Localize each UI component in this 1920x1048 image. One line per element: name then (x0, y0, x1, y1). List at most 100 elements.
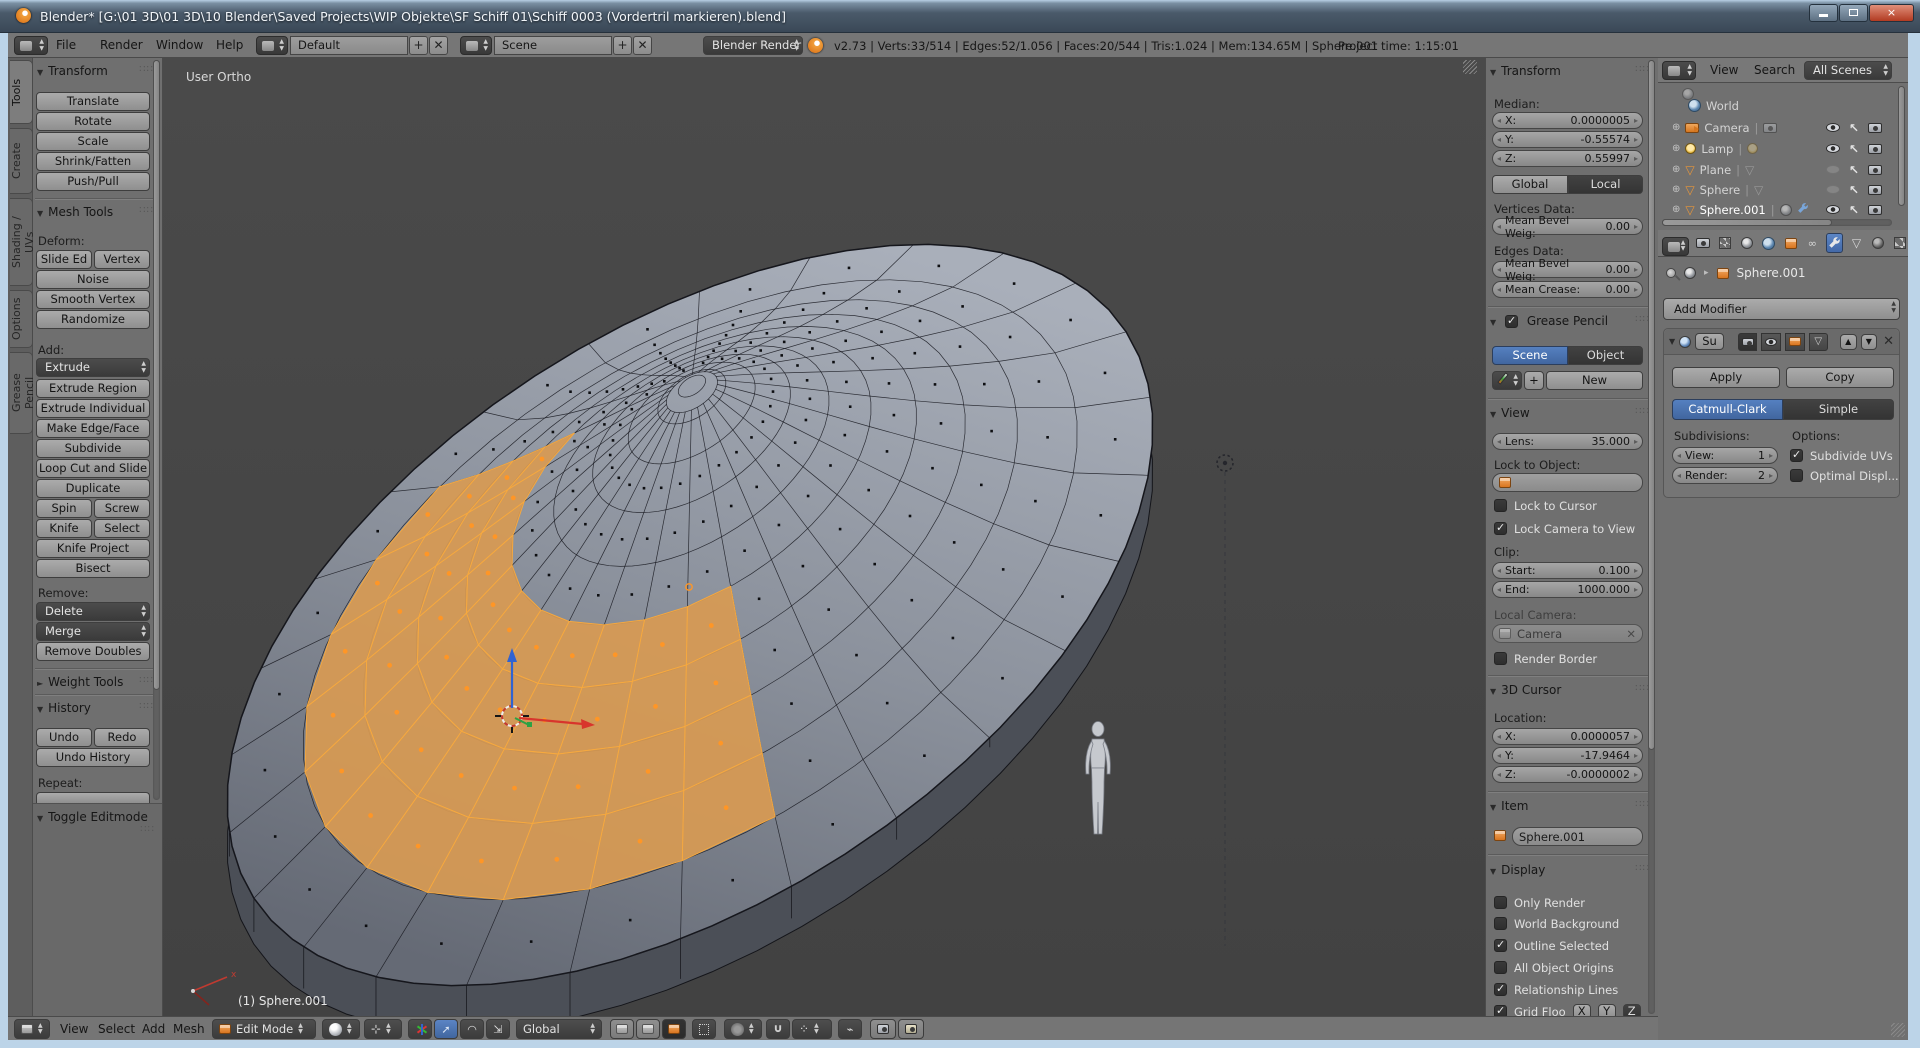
grease-add-button[interactable]: + (1524, 371, 1544, 390)
clip-start-field[interactable]: Start:0.100 (1492, 562, 1643, 579)
item-panel-header[interactable]: ▼Item∷∷ (1490, 799, 1650, 815)
outliner-row-sphere-001[interactable]: ⊕ ▽ Sphere.001 | (1672, 200, 1809, 219)
renderable-icon[interactable] (1868, 123, 1882, 133)
grease-pencil-panel-header[interactable]: ▼ Grease Pencil∷∷ (1490, 314, 1650, 330)
cursor-x-field[interactable]: X:0.0000057 (1492, 728, 1643, 745)
make-edge-face-button[interactable]: Make Edge/Face (36, 419, 150, 438)
tool-shelf-scrollbar-thumb[interactable] (153, 60, 160, 690)
grease-object-toggle[interactable]: Object (1568, 346, 1643, 365)
tab-object-data[interactable]: ▽ (1849, 233, 1865, 253)
selectable-icon[interactable]: ↖ (1849, 142, 1859, 156)
weight-tools-panel-header[interactable]: ►Weight Tools∷∷ (37, 675, 154, 691)
snap-toggle[interactable] (766, 1019, 790, 1039)
extrude-select[interactable]: Extrude (36, 358, 150, 377)
optimal-display-checkbox[interactable] (1790, 469, 1803, 482)
mean-crease-field[interactable]: Mean Crease:0.00 (1492, 281, 1643, 298)
viewport-3d[interactable]: x User Ortho (1) Sphere.001 ▼Transform∷∷… (163, 58, 1658, 1016)
history-panel-header[interactable]: ▼History∷∷ (37, 701, 154, 717)
simple-toggle[interactable]: Simple (1783, 399, 1894, 420)
local-toggle[interactable]: Local (1568, 175, 1643, 194)
undo-button[interactable]: Undo (36, 728, 92, 747)
grease-scene-toggle[interactable]: Scene (1492, 346, 1568, 365)
limit-selection-visible-toggle[interactable] (692, 1019, 716, 1039)
region-resize-grip[interactable] (1463, 60, 1477, 74)
outliner-editor-type-button[interactable] (1662, 61, 1696, 80)
maximize-button[interactable] (1839, 4, 1868, 22)
expand-icon[interactable]: ⊕ (1672, 184, 1680, 195)
renderable-icon[interactable] (1868, 165, 1882, 175)
item-name-field[interactable]: Sphere.001 (1512, 827, 1643, 846)
copy-modifier-button[interactable]: Copy (1786, 367, 1894, 388)
viewport-shading-select[interactable] (322, 1019, 360, 1039)
tab-grease-pencil[interactable]: Grease Pencil (10, 352, 33, 434)
manipulator-rotate-toggle[interactable]: ◠ (460, 1019, 484, 1039)
selectable-icon[interactable]: ↖ (1849, 121, 1859, 135)
merge-select[interactable]: Merge (36, 622, 150, 641)
all-object-origins-row[interactable]: All Object Origins (1494, 960, 1614, 975)
opengl-render-button[interactable] (870, 1019, 896, 1039)
viewport-mesh-menu[interactable]: Mesh (173, 1022, 205, 1036)
snap-element-select[interactable]: ⁘ (792, 1019, 832, 1039)
renderable-icon[interactable] (1868, 185, 1882, 195)
grease-pencil-checkbox[interactable] (1505, 315, 1518, 328)
menu-help[interactable]: Help (216, 38, 243, 52)
selectable-icon[interactable]: ↖ (1849, 203, 1859, 217)
manipulator-toggle[interactable] (408, 1019, 432, 1039)
region-resize-grip[interactable] (1891, 1023, 1905, 1037)
grid-floor-checkbox[interactable] (1494, 1005, 1507, 1016)
face-select-mode[interactable] (662, 1019, 686, 1039)
eye-closed-icon[interactable] (1826, 165, 1840, 174)
add-layout-button[interactable]: + (409, 36, 428, 55)
cursor-z-field[interactable]: Z:-0.0000002 (1492, 766, 1643, 783)
subdivide-uvs-row[interactable]: Subdivide UVs (1790, 448, 1893, 463)
lock-object-field[interactable] (1492, 473, 1643, 492)
tab-create[interactable]: Create (10, 128, 33, 194)
expand-icon[interactable]: ⊕ (1672, 122, 1680, 133)
loop-cut-slide-button[interactable]: Loop Cut and Slide (36, 459, 150, 478)
proportional-connected-toggle[interactable]: ⌁ (838, 1019, 862, 1039)
catmull-clark-toggle[interactable]: Catmull-Clark (1672, 399, 1783, 420)
pin-icon[interactable] (1666, 268, 1676, 278)
knife-select-button[interactable]: Select (94, 519, 150, 538)
modifier-name-field[interactable]: Su (1695, 333, 1724, 350)
subdivisions-view-field[interactable]: View:1 (1672, 447, 1778, 464)
view-panel-header[interactable]: ▼View∷∷ (1490, 406, 1650, 422)
menu-render[interactable]: Render (100, 38, 143, 52)
editor-type-button[interactable] (14, 36, 48, 55)
optimal-display-row[interactable]: Optimal Displ... (1790, 468, 1899, 483)
screen-layout-icon-button[interactable] (256, 36, 288, 55)
close-button[interactable]: × (1869, 4, 1914, 22)
push-pull-button[interactable]: Push/Pull (36, 172, 150, 191)
knife-button[interactable]: Knife (36, 519, 92, 538)
render-engine-select[interactable]: Blender Render (703, 36, 803, 55)
outliner-row-plane[interactable]: ⊕ ▽ Plane | ▽ (1672, 160, 1754, 179)
expand-icon[interactable]: ⊕ (1672, 164, 1680, 175)
edge-select-mode[interactable] (636, 1019, 660, 1039)
manipulator-translate-toggle[interactable]: ➚ (434, 1019, 458, 1039)
vertex-slide-button[interactable]: Vertex (94, 250, 150, 269)
smooth-vertex-button[interactable]: Smooth Vertex (36, 290, 150, 309)
relationship-lines-row[interactable]: Relationship Lines (1494, 982, 1618, 997)
bisect-button[interactable]: Bisect (36, 559, 150, 578)
screen-layout-field[interactable]: Default (290, 36, 408, 55)
world-background-row[interactable]: World Background (1494, 916, 1619, 931)
median-y-field[interactable]: Y:-0.55574 (1492, 131, 1643, 148)
global-toggle[interactable]: Global (1492, 175, 1568, 194)
n-panel-scrollbar-thumb[interactable] (1648, 60, 1655, 750)
clear-camera-icon[interactable]: ✕ (1626, 627, 1636, 641)
scene-icon-button[interactable] (460, 36, 492, 55)
lock-to-cursor-checkbox[interactable] (1494, 499, 1507, 512)
manipulator-scale-toggle[interactable]: ⇲ (486, 1019, 510, 1039)
knife-project-button[interactable]: Knife Project (36, 539, 150, 558)
tab-material[interactable] (1870, 233, 1886, 253)
grease-new-button[interactable]: New (1546, 371, 1643, 390)
undo-history-button[interactable]: Undo History (36, 748, 150, 767)
outliner-row-sphere[interactable]: ⊕ ▽ Sphere | ▽ (1672, 180, 1763, 199)
remove-doubles-button[interactable]: Remove Doubles (36, 642, 150, 661)
opengl-render-anim-button[interactable] (898, 1019, 924, 1039)
mean-bevel-weight-edge-field[interactable]: Mean Bevel Weig: 0.00 (1492, 261, 1643, 278)
tab-modifiers[interactable] (1826, 233, 1842, 253)
tab-render-layers[interactable] (1717, 233, 1733, 253)
subdivide-button[interactable]: Subdivide (36, 439, 150, 458)
noise-button[interactable]: Noise (36, 270, 150, 289)
